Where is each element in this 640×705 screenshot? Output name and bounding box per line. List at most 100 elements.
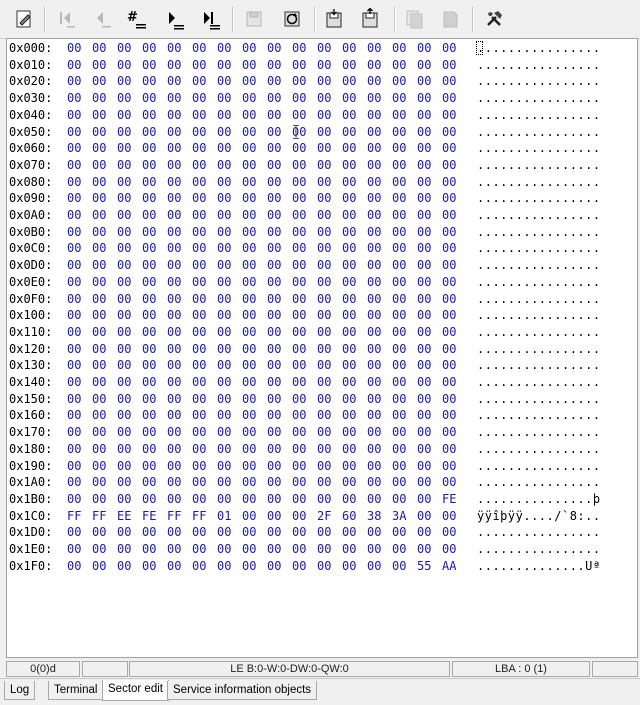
hex-byte[interactable]: 00 [217, 341, 231, 358]
ascii-text[interactable]: ................ [477, 307, 601, 324]
hex-byte[interactable]: 00 [392, 257, 406, 274]
ascii-text[interactable]: ÿÿîþÿÿ..../`8:.. [477, 508, 601, 525]
hex-byte[interactable]: 00 [242, 524, 256, 541]
load-from-file-button[interactable] [356, 5, 384, 33]
hex-byte[interactable]: 00 [317, 207, 331, 224]
hex-byte[interactable]: 00 [142, 207, 156, 224]
hex-byte[interactable]: 00 [67, 558, 81, 575]
hex-byte[interactable]: 00 [167, 374, 181, 391]
hex-byte[interactable]: 00 [267, 324, 281, 341]
hex-byte[interactable]: 00 [67, 207, 81, 224]
hex-byte[interactable]: 00 [92, 491, 106, 508]
sector-edit-button[interactable] [10, 5, 38, 33]
hex-byte[interactable]: 00 [117, 90, 131, 107]
hex-byte[interactable]: 00 [417, 157, 431, 174]
hex-byte[interactable]: 00 [317, 491, 331, 508]
hex-byte[interactable]: 00 [142, 274, 156, 291]
hex-byte[interactable]: 00 [67, 324, 81, 341]
hex-byte[interactable]: 00 [267, 441, 281, 458]
ascii-text[interactable]: ................ [477, 291, 601, 308]
hex-byte[interactable]: 00 [442, 274, 456, 291]
hex-byte[interactable]: 00 [167, 524, 181, 541]
hex-byte[interactable]: 00 [292, 274, 306, 291]
hex-byte[interactable]: 00 [117, 391, 131, 408]
hex-byte[interactable]: 00 [142, 57, 156, 74]
hex-byte[interactable]: 00 [267, 341, 281, 358]
hex-byte[interactable]: 00 [292, 407, 306, 424]
hex-byte[interactable]: 00 [342, 441, 356, 458]
hex-byte[interactable]: 00 [442, 157, 456, 174]
hex-byte[interactable]: 00 [67, 374, 81, 391]
hex-byte[interactable]: 00 [192, 441, 206, 458]
hex-byte[interactable]: 00 [217, 140, 231, 157]
hex-byte[interactable]: 00 [367, 458, 381, 475]
hex-byte[interactable]: 00 [417, 73, 431, 90]
hex-byte[interactable]: 00 [242, 458, 256, 475]
hex-byte[interactable]: 00 [217, 558, 231, 575]
save-sector-button[interactable] [240, 5, 268, 33]
hex-byte[interactable]: 00 [92, 391, 106, 408]
hex-byte[interactable]: 00 [317, 157, 331, 174]
hex-byte[interactable]: 00 [367, 424, 381, 441]
hex-byte[interactable]: 00 [392, 491, 406, 508]
hex-byte[interactable]: 00 [342, 291, 356, 308]
hex-byte[interactable]: 01 [217, 508, 231, 525]
hex-byte[interactable]: 00 [367, 107, 381, 124]
hex-byte[interactable]: 00 [117, 307, 131, 324]
hex-byte[interactable]: 00 [67, 257, 81, 274]
hex-byte[interactable]: 00 [117, 124, 131, 141]
hex-byte[interactable]: 00 [217, 190, 231, 207]
hex-byte[interactable]: 00 [117, 107, 131, 124]
hex-byte[interactable]: 00 [267, 391, 281, 408]
hex-byte[interactable]: 00 [367, 274, 381, 291]
hex-byte[interactable]: 00 [342, 491, 356, 508]
hex-byte[interactable]: 00 [217, 458, 231, 475]
hex-byte[interactable]: EE [117, 508, 131, 525]
hex-byte[interactable]: 00 [292, 224, 306, 241]
hex-byte[interactable]: 00 [392, 207, 406, 224]
hex-byte[interactable]: 00 [417, 324, 431, 341]
hex-byte[interactable]: 00 [442, 341, 456, 358]
hex-byte[interactable]: 00 [242, 190, 256, 207]
hex-byte[interactable]: 00 [417, 107, 431, 124]
hex-byte[interactable]: 00 [317, 524, 331, 541]
hex-byte[interactable]: 00 [192, 257, 206, 274]
hex-byte[interactable]: 00 [417, 224, 431, 241]
hex-byte[interactable]: 00 [442, 73, 456, 90]
hex-byte[interactable]: 00 [192, 207, 206, 224]
hex-byte[interactable]: 00 [192, 374, 206, 391]
hex-byte[interactable]: 00 [67, 90, 81, 107]
hex-byte[interactable]: 00 [242, 374, 256, 391]
hex-byte[interactable]: 00 [317, 374, 331, 391]
hex-byte[interactable]: 00 [67, 491, 81, 508]
hex-byte[interactable]: 00 [392, 458, 406, 475]
hex-byte[interactable]: 00 [417, 140, 431, 157]
hex-byte[interactable]: 00 [192, 291, 206, 308]
hex-byte[interactable]: 00 [292, 107, 306, 124]
hex-byte[interactable]: 00 [117, 458, 131, 475]
hex-byte[interactable]: 00 [267, 541, 281, 558]
hex-byte[interactable]: 00 [217, 224, 231, 241]
hex-byte[interactable]: 00 [142, 73, 156, 90]
hex-byte[interactable]: 00 [92, 107, 106, 124]
hex-byte[interactable]: 00 [217, 257, 231, 274]
hex-byte[interactable]: 00 [142, 424, 156, 441]
ascii-text[interactable]: ................ [477, 124, 601, 141]
hex-byte[interactable]: 00 [342, 174, 356, 191]
hex-byte[interactable]: 00 [117, 257, 131, 274]
hex-byte[interactable]: 00 [192, 190, 206, 207]
hex-byte[interactable]: 00 [342, 374, 356, 391]
hex-byte[interactable]: 00 [92, 257, 106, 274]
hex-byte[interactable]: 00 [292, 508, 306, 525]
hex-byte[interactable]: 00 [417, 190, 431, 207]
hex-byte[interactable]: AA [442, 558, 456, 575]
hex-byte[interactable]: 00 [442, 541, 456, 558]
hex-byte[interactable]: 00 [167, 357, 181, 374]
hex-byte[interactable]: 00 [317, 458, 331, 475]
hex-byte[interactable]: 00 [317, 257, 331, 274]
hex-byte[interactable]: 00 [92, 274, 106, 291]
hex-byte[interactable]: 00 [117, 157, 131, 174]
hex-byte[interactable]: 00 [117, 73, 131, 90]
ascii-text[interactable]: ................ [477, 458, 601, 475]
hex-byte[interactable]: 00 [442, 40, 456, 57]
